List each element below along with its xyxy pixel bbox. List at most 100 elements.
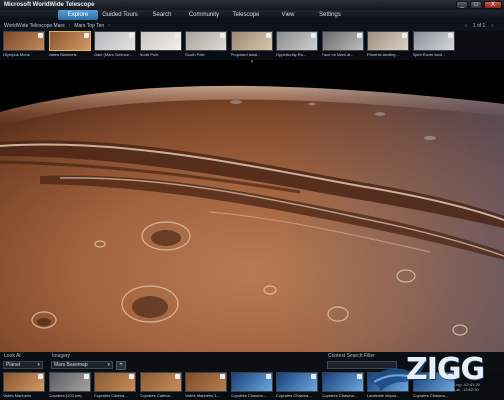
thumbnail-image [230,31,273,51]
thumbnail-label: Phoenix landing... [367,52,399,57]
info-icon[interactable] [265,33,271,38]
info-icon[interactable] [356,33,362,38]
look-at-label: Look At [4,353,21,359]
thumbnail-image [185,372,227,392]
controls-panel: Look At Planet ▾ Imagery Mars Basemap ▾ … [0,352,504,372]
tab-explore[interactable]: Explore [58,10,98,20]
thumbnail-item[interactable]: Valles Marineris 1... [185,372,227,400]
tab-telescope[interactable]: Telescope [226,10,266,20]
thumbnail-item[interactable]: Coprates Chasma... [321,372,364,400]
info-icon[interactable] [174,374,180,379]
info-icon[interactable] [83,374,89,379]
thumbnail-label: Valles Marineris [3,393,32,398]
thumbnail-label: Proposed landi... [230,52,261,57]
thumbnail-item[interactable]: Spirit Rover land... [412,31,455,60]
thumbnail-image [230,372,273,392]
thumbnail-label: Coprates (100 km) [48,393,82,398]
info-icon[interactable] [265,374,271,379]
thumbnail-label: North Pole [139,52,159,57]
thumbnail-label: Coprates Catena... [139,393,174,398]
info-icon[interactable] [311,33,316,38]
look-at-dropdown[interactable]: Planet ▾ [3,361,43,369]
context-search-filter-dropdown[interactable] [327,361,397,369]
thumbnail-item[interactable]: Coprates Chasma... [276,372,318,400]
mars-surface-image [0,64,504,352]
info-icon[interactable] [220,374,225,379]
breadcrumb-item[interactable]: WorldWide Telescope Mars [4,23,65,29]
thumbnail-item[interactable]: Landslide depos... [367,372,409,400]
info-icon[interactable] [83,33,89,38]
info-icon[interactable] [447,33,453,38]
thumbnail-item[interactable]: Coprates Catena... [139,372,182,400]
coordinate-readout: Lng: -62:41:20 Lat: -13:52:30 [454,382,480,392]
thumbnail-label: Spirit Rover land... [412,52,446,57]
thumbnail-label: Gale (Mars Science... [94,52,133,57]
thumbnail-item[interactable]: Valles Marineris [3,372,45,400]
thumbnail-label: Olympus Mons [3,52,30,57]
imagery-label: Imagery [52,353,71,359]
thumbnail-image [48,372,91,392]
info-icon[interactable] [311,374,316,379]
info-icon[interactable] [38,374,43,379]
imagery-dropdown[interactable]: Mars Basemap ▾ [51,361,113,369]
thumbnail-label: Coprates Chasma... [230,393,267,398]
sky-viewport[interactable] [0,64,504,352]
main-nav: Explore Guided Tours Search Community Te… [0,10,504,20]
info-icon[interactable] [129,374,134,379]
info-icon[interactable] [447,374,453,379]
minimize-button[interactable]: _ [456,1,468,9]
thumbnail-item[interactable]: Opportunity Ro... [276,31,318,60]
tab-view[interactable]: View [268,10,308,20]
info-icon[interactable] [402,374,407,379]
app-title: Microsoft WorldWide Telescope [4,2,95,8]
thumbnail-label: Landslide depos... [367,393,400,398]
info-icon[interactable] [402,33,407,38]
thumbnail-item[interactable]: Proposed landi... [230,31,273,60]
thumbnail-label: Face on Mars at... [321,52,354,57]
context-strip: Valles Marineris Coprates (100 km) Coprate… [0,372,504,400]
page-indicator: 1 of 1 [472,22,486,29]
prev-page-button[interactable]: ‹ [465,23,467,29]
thumbnail-label: Valles Marineris 1... [185,393,220,398]
thumbnail-label: Valles Marineris [48,52,77,57]
info-icon[interactable] [38,33,43,38]
thumbnail-item[interactable]: Phoenix landing... [367,31,409,60]
thumbnail-item[interactable]: Valles Marineris [48,31,91,60]
thumbnail-item[interactable]: Olympus Mons [3,31,45,60]
thumbnail-item[interactable]: Face on Mars at... [321,31,364,60]
latitude-readout: Lat: -13:52:30 [454,387,479,392]
info-icon[interactable] [129,33,134,38]
thumbnail-item[interactable]: South Pole [185,31,227,60]
info-icon[interactable] [220,33,225,38]
chevron-down-icon: ▾ [107,362,110,368]
tab-settings[interactable]: Settings [310,10,350,20]
pager: ‹ 1 of 1 › [462,23,496,29]
close-button[interactable]: X [484,1,502,9]
look-at-value: Planet [6,362,21,368]
tab-guided-tours[interactable]: Guided Tours [100,10,140,20]
thumbnail-item[interactable]: Coprates Chasma... [230,372,273,400]
thumbnail-label: Coprates Catena... [94,393,128,398]
info-icon[interactable] [356,374,362,379]
thumbnail-image [94,31,136,51]
thumbnail-label: Opportunity Ro... [276,52,307,57]
thumbnail-item[interactable]: Gale (Mars Science... [94,31,136,60]
chevron-down-icon: ▾ [37,362,40,368]
tab-search[interactable]: Search [142,10,182,20]
thumbnail-item[interactable]: Coprates Chasma... [412,372,455,400]
thumbnail-image [3,31,45,51]
thumbnail-image [276,31,318,51]
thumbnail-label: South Pole [185,52,205,57]
thumbnail-label: Coprates Chasma... [276,393,312,398]
thumbnail-item[interactable]: North Pole [139,31,182,60]
add-imagery-button[interactable]: + [116,361,126,370]
thumbnail-item[interactable]: Coprates Catena... [94,372,136,400]
info-icon[interactable] [174,33,180,38]
thumbnail-image [139,31,182,51]
maximize-button[interactable]: □ [470,1,482,9]
title-bar: Microsoft WorldWide Telescope _ □ X [0,0,504,10]
tab-community[interactable]: Community [184,10,224,20]
next-page-button[interactable]: › [491,23,493,29]
thumbnail-item[interactable]: Coprates (100 km) [48,372,91,400]
breadcrumb-item[interactable]: Mars Top Ten [74,23,104,29]
